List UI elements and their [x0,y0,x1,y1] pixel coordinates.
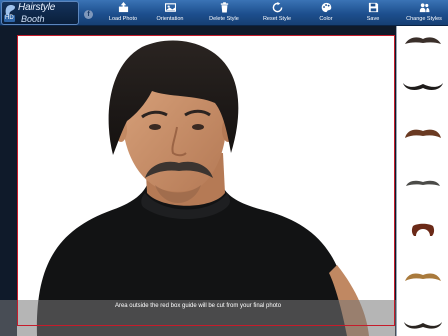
top-toolbar: Hairstyle HD Booth f Load Photo Orientat… [0,0,448,26]
style-thumb-2[interactable] [401,74,445,96]
facebook-icon[interactable]: f [84,10,93,19]
color-label: Color [319,16,333,22]
app-window: Hairstyle HD Booth f Load Photo Orientat… [0,0,448,336]
save-button[interactable]: Save [362,2,384,25]
logo-text-line1: Hairstyle [18,2,56,13]
change-styles-label: Change Styles [406,16,442,22]
orientation-label: Orientation [156,16,184,22]
color-button[interactable]: Color [314,2,338,25]
mustache-icon [405,37,441,44]
delete-style-label: Delete Style [209,16,239,22]
crop-notice-text: Area outside the red box guide will be c… [114,303,282,309]
style-thumb-3[interactable] [401,122,445,144]
orientation-icon [164,3,176,12]
save-icon [368,2,378,13]
orientation-button[interactable]: Orientation [152,2,188,25]
mustache-icon [411,223,435,236]
style-thumb-5[interactable] [401,218,445,240]
mustache-icon [405,129,441,138]
delete-style-button[interactable]: Delete Style [206,2,242,25]
style-thumb-6[interactable] [401,266,445,288]
change-styles-button[interactable]: Change Styles [404,2,444,25]
trash-icon [220,2,228,13]
load-photo-label: Load Photo [108,16,138,22]
mustache-icon [405,273,441,281]
portrait-illustration [17,35,395,336]
mustache-icon [403,83,443,91]
palette-icon [321,2,331,13]
photo-upload-icon [118,2,128,13]
people-icon [419,3,429,13]
mustache-icon [404,322,442,329]
load-photo-button[interactable]: Load Photo [106,2,140,25]
logo-text-line2: Booth [21,14,45,24]
save-label: Save [366,16,380,22]
editing-stage: Area outside the red box guide will be c… [0,26,396,336]
style-thumb-1[interactable] [401,30,445,52]
logo-hd-badge: HD [4,15,15,22]
reset-icon [272,2,282,13]
style-thumb-4[interactable] [401,172,445,194]
user-photo[interactable] [17,35,395,336]
reset-style-label: Reset Style [262,16,292,22]
mustache-icon [406,180,440,186]
style-panel [396,26,448,336]
app-logo: Hairstyle HD Booth [1,1,79,25]
style-thumb-7[interactable] [401,312,445,334]
reset-style-button[interactable]: Reset Style [259,2,295,25]
